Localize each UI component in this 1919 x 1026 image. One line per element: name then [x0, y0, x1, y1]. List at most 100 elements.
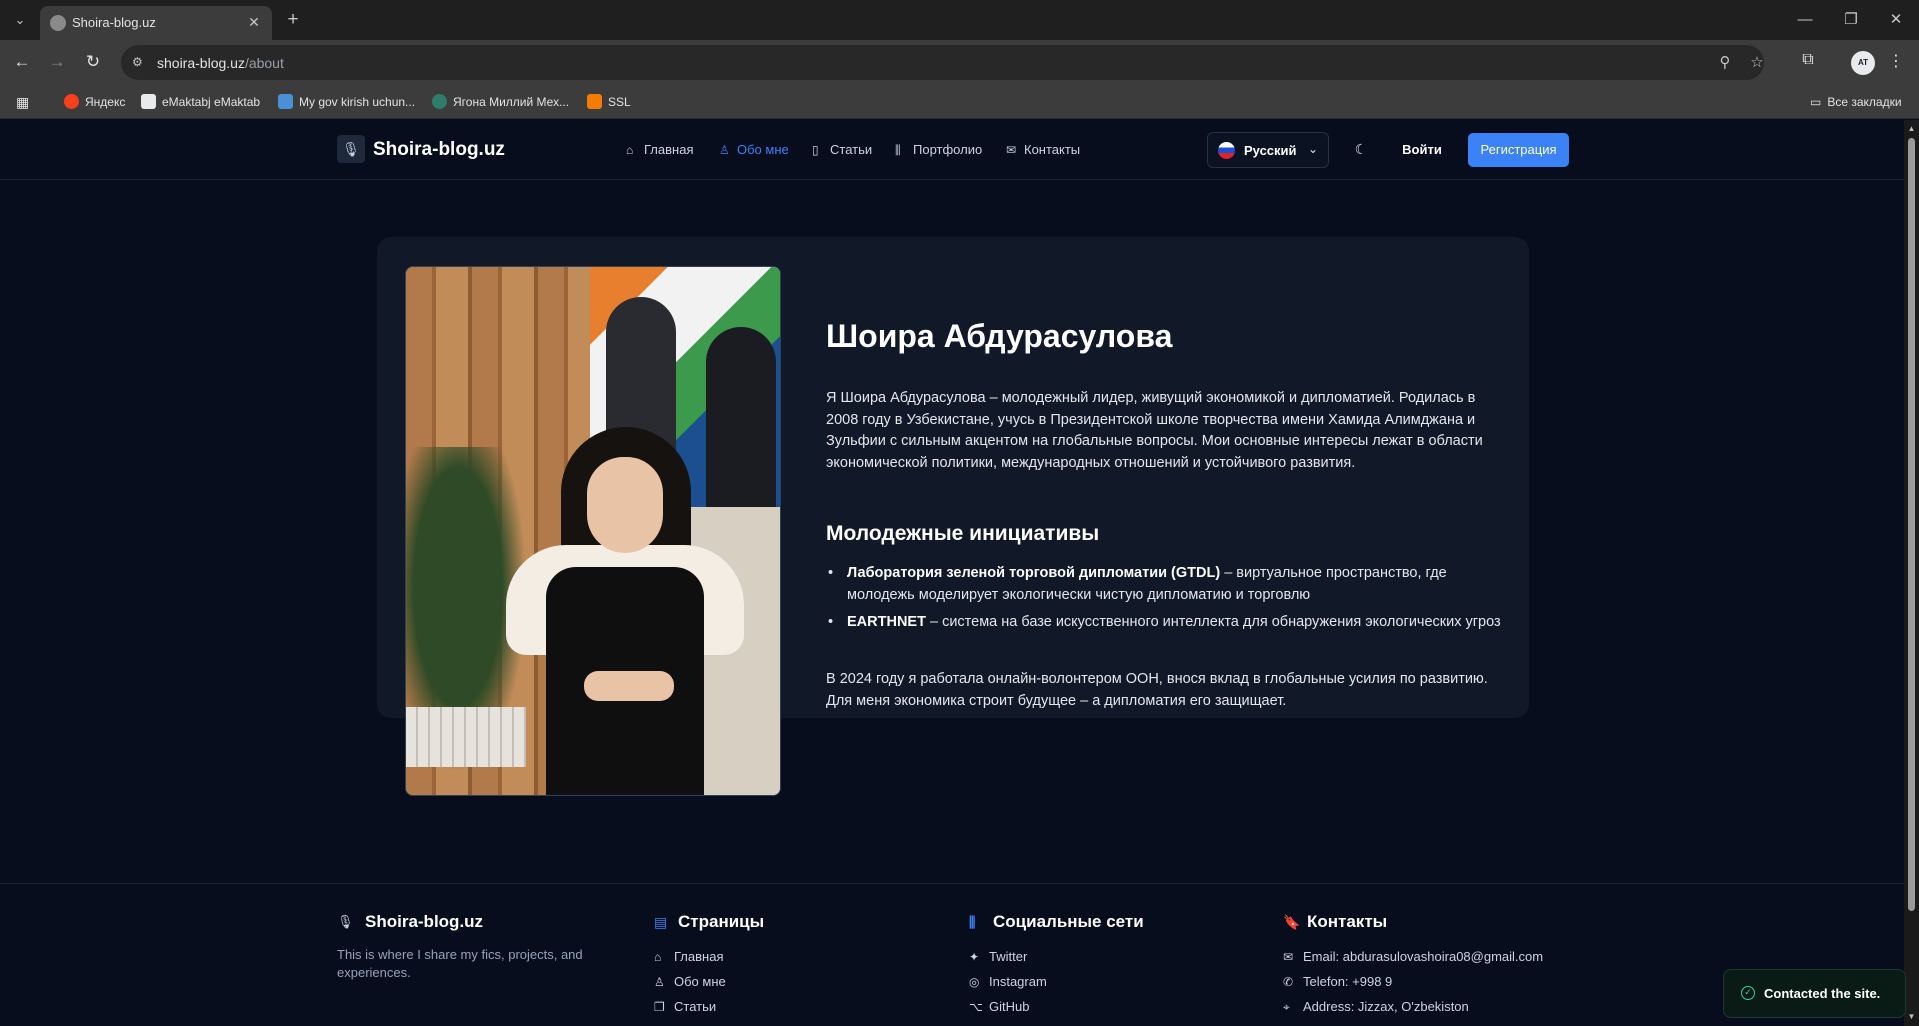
- tab-title: Shoira-blog.uz: [72, 15, 156, 30]
- twitter-icon: ✦: [969, 950, 980, 964]
- outro-paragraph-2: Для меня экономика строит будущее – а ди…: [826, 692, 1287, 709]
- all-bookmarks[interactable]: ▭ Все закладки: [1810, 93, 1902, 111]
- reload-icon[interactable]: ↻: [81, 50, 105, 74]
- scrollbar-thumb[interactable]: [1908, 138, 1915, 911]
- footer-link-about[interactable]: ♙ Обо мне: [654, 974, 726, 989]
- initiative-name: EARTHNET: [847, 614, 926, 630]
- footer-link-articles[interactable]: ❐ Статьи: [654, 999, 716, 1014]
- phone-icon: ✆: [1283, 975, 1294, 989]
- site-logo[interactable]: Shoira-blog.uz: [373, 139, 505, 161]
- library-icon: ⫼: [895, 143, 901, 157]
- page-scrollbar[interactable]: ▲ ▼: [1904, 120, 1919, 1026]
- bookmark-yagona[interactable]: Ягона Миллий Мех...: [432, 93, 569, 111]
- forward-arrow-icon[interactable]: →: [45, 50, 69, 74]
- profile-avatar[interactable]: AT: [1851, 51, 1875, 75]
- photo-poster-figure-right: [706, 327, 776, 507]
- nav-about[interactable]: ♙ Обо мне: [719, 142, 789, 157]
- map-pin-icon: ⌖: [1283, 1000, 1290, 1014]
- mail-icon: ✉: [1283, 950, 1294, 964]
- russia-flag-icon: [1218, 142, 1235, 159]
- scroll-down-arrow-icon[interactable]: ▼: [1907, 1012, 1916, 1021]
- mygov-favicon-icon: [278, 94, 293, 109]
- user-icon: ♙: [719, 143, 730, 157]
- footer-contacts-heading: 🔖 Контакты: [1283, 912, 1388, 931]
- footer-link-github[interactable]: ⌥ GitHub: [969, 999, 1029, 1014]
- bio-paragraph: Я Шоира Абдурасулова – молодежный лидер,…: [826, 390, 1483, 471]
- nav-contacts[interactable]: ✉ Контакты: [1006, 142, 1080, 157]
- list-item: EARTHNET – система на базе искусственног…: [826, 612, 1506, 634]
- footer-link-twitter[interactable]: ✦ Twitter: [969, 949, 1027, 964]
- footer-contact-phone[interactable]: ✆ Telefon: +998 9: [1283, 974, 1392, 989]
- profile-photo: [405, 266, 781, 796]
- site-footer: 🎙 Shoira-blog.uz This is where I share m…: [0, 883, 1904, 1026]
- initiatives-list: Лаборатория зеленой торговой дипломатии …: [826, 563, 1506, 640]
- toast-notification: ✓ Contacted the site.: [1723, 969, 1906, 1018]
- chevron-down-icon: ⌄: [1308, 142, 1319, 156]
- footer-logo[interactable]: Shoira-blog.uz: [365, 912, 483, 932]
- close-window-icon[interactable]: ✕: [1884, 8, 1908, 32]
- login-button[interactable]: Войти: [1394, 133, 1450, 167]
- language-label: Русский: [1244, 143, 1297, 158]
- new-tab-plus-icon[interactable]: +: [282, 9, 304, 31]
- back-arrow-icon[interactable]: ←: [10, 50, 34, 74]
- instagram-icon: ◎: [969, 975, 980, 989]
- toast-message: Contacted the site.: [1764, 986, 1881, 1001]
- extensions-puzzle-icon[interactable]: ⧉: [1797, 51, 1819, 73]
- language-select[interactable]: Русский ⌄: [1207, 132, 1329, 168]
- initiatives-heading: Молодежные инициативы: [826, 522, 1100, 545]
- bookmark-star-icon[interactable]: ☆: [1747, 53, 1767, 73]
- folder-icon: ▭: [1810, 95, 1822, 109]
- copy-icon: ❐: [654, 1000, 665, 1014]
- github-icon: ⌥: [969, 1000, 983, 1014]
- emaktab-favicon-icon: [141, 94, 156, 109]
- browser-tab-active[interactable]: Shoira-blog.uz ✕: [40, 6, 272, 40]
- apps-grid-icon[interactable]: ▦: [16, 93, 34, 111]
- bookmark-emaktab[interactable]: eMaktabj eMaktab: [141, 93, 260, 111]
- initiative-name: Лаборатория зеленой торговой дипломатии …: [847, 565, 1221, 581]
- photo-face: [587, 457, 663, 553]
- home-icon: ⌂: [626, 143, 634, 157]
- register-button[interactable]: Регистрация: [1468, 133, 1569, 167]
- about-card: Шоира Абдурасулова Я Шоира Абдурасулова …: [377, 237, 1529, 796]
- library-icon: ⫼: [969, 914, 976, 930]
- site-header: 🎙 Shoira-blog.uz ⌂ Главная ♙ Обо мне ▯ Стат…: [0, 120, 1904, 180]
- restore-window-icon[interactable]: ❐: [1839, 8, 1863, 32]
- book-icon: ▯: [812, 143, 819, 157]
- tab-search-chevron-icon[interactable]: ⌄: [10, 10, 30, 30]
- page-viewport: 🎙 Shoira-blog.uz ⌂ Главная ♙ Обо мне ▯ Стат…: [0, 120, 1904, 1026]
- bookmarks-bar: ▦ Яндекс eMaktabj eMaktab My gov kirish …: [0, 85, 1919, 119]
- minimize-icon[interactable]: —: [1793, 8, 1817, 32]
- browser-toolbar: ← → ↻ ⚙ shoira-blog.uz/about ⚲ ☆ ⧉ AT ⋮: [0, 40, 1919, 85]
- user-icon: ♙: [654, 975, 665, 989]
- footer-pages-heading: ▤ Страницы: [654, 912, 765, 931]
- home-icon: ⌂: [654, 950, 662, 964]
- browser-menu-icon[interactable]: ⋮: [1888, 51, 1904, 73]
- bookmark-mygov[interactable]: My gov kirish uchun...: [278, 93, 415, 111]
- ssl-favicon-icon: [587, 94, 602, 109]
- bookmark-yandex[interactable]: Яндекс: [64, 93, 125, 111]
- mail-icon: ✉: [1006, 143, 1017, 157]
- bookmark-icon: 🔖: [1283, 914, 1301, 930]
- footer-link-instagram[interactable]: ◎ Instagram: [969, 974, 1047, 989]
- nav-portfolio[interactable]: ⫼ Портфолио: [895, 142, 982, 158]
- microphone-logo-icon[interactable]: 🎙: [337, 135, 365, 163]
- close-tab-icon[interactable]: ✕: [244, 12, 264, 32]
- nav-home[interactable]: ⌂ Главная: [626, 142, 693, 157]
- nav-articles[interactable]: ▯ Статьи: [812, 142, 872, 157]
- bookmark-ssl[interactable]: SSL: [587, 93, 631, 111]
- footer-tagline: This is where I share my fics, projects,…: [337, 947, 583, 980]
- initiative-desc: – система на базе искусственного интелле…: [925, 614, 1501, 630]
- list-item: Лаборатория зеленой торговой дипломатии …: [826, 563, 1506, 606]
- address-bar[interactable]: ⚙ shoira-blog.uz/about ⚲ ☆: [121, 45, 1764, 80]
- footer-contact-email[interactable]: ✉ Email: abdurasulovashoira08@gmail.com: [1283, 949, 1543, 964]
- check-circle-icon: ✓: [1741, 986, 1755, 1000]
- footer-link-home[interactable]: ⌂ Главная: [654, 949, 723, 964]
- moon-theme-toggle-icon[interactable]: ☾: [1352, 140, 1370, 158]
- photo-hands: [584, 671, 674, 701]
- site-info-icon[interactable]: ⚙: [132, 54, 148, 70]
- url-text[interactable]: shoira-blog.uz/about: [157, 55, 284, 71]
- scroll-up-arrow-icon[interactable]: ▲: [1907, 124, 1916, 133]
- page-title: Шоира Абдурасулова: [826, 318, 1173, 354]
- microphone-logo-icon: 🎙: [337, 914, 354, 929]
- zoom-icon[interactable]: ⚲: [1715, 53, 1735, 73]
